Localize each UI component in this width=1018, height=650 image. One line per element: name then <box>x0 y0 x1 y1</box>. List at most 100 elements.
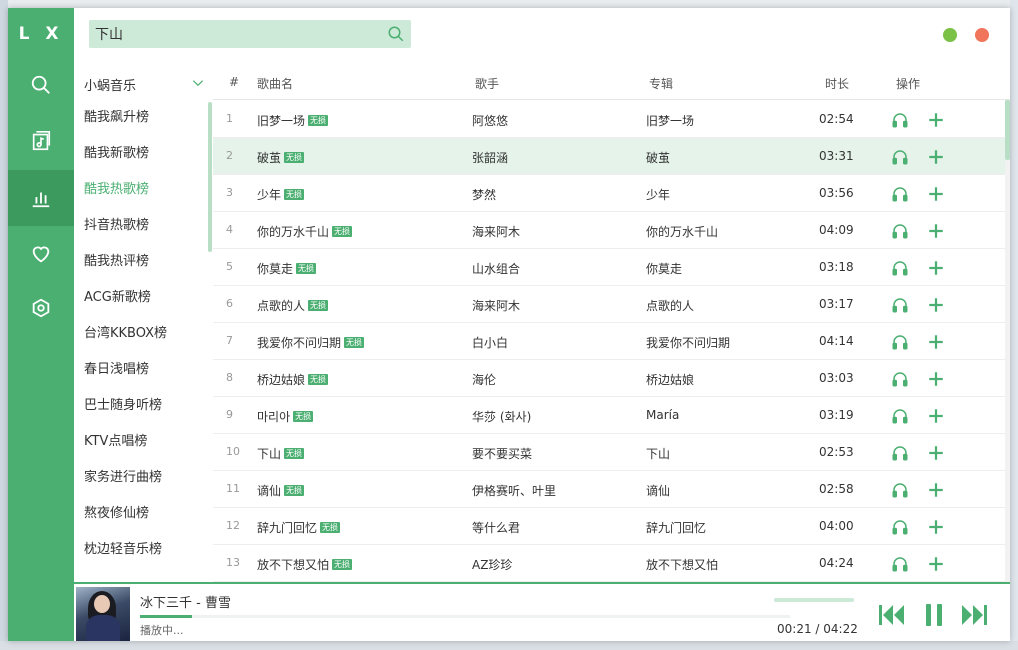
search-icon <box>30 74 52 96</box>
header-song-name: 歌曲名 <box>257 75 293 92</box>
nav-settings[interactable] <box>8 280 74 336</box>
volume-fill <box>774 598 854 602</box>
add-icon[interactable] <box>927 518 945 536</box>
close-button[interactable] <box>975 28 989 42</box>
search-input[interactable] <box>89 20 379 48</box>
player-bar: 冰下三千 - 曹雪 播放中... 00:21 / 04:22 <box>74 582 1010 641</box>
table-scrollbar-thumb[interactable] <box>1005 100 1010 160</box>
headphones-icon[interactable] <box>891 370 909 388</box>
artist-cell: 要不要买菜 <box>472 445 532 462</box>
song-name-cell: 少年无损 <box>257 186 304 203</box>
table-scrollbar[interactable] <box>1005 100 1010 582</box>
duration-cell: 03:56 <box>819 186 854 200</box>
desktop-background-bottom <box>0 641 1018 650</box>
source-select[interactable]: 小蜗音乐 <box>74 68 213 100</box>
song-name: 辞九门回忆 <box>257 521 317 535</box>
song-name-cell: 破茧无损 <box>257 149 304 166</box>
add-icon[interactable] <box>927 333 945 351</box>
pause-icon[interactable] <box>922 602 946 628</box>
album-cover[interactable] <box>76 587 130 641</box>
album-cell: 谪仙 <box>646 482 670 499</box>
add-icon[interactable] <box>927 555 945 573</box>
song-name: 我爱你不问归期 <box>257 336 341 350</box>
headphones-icon[interactable] <box>891 407 909 425</box>
leaderboard-scrollbar[interactable] <box>208 102 212 252</box>
add-icon[interactable] <box>927 148 945 166</box>
cover-art-face <box>94 595 110 613</box>
app-logo: L X <box>8 24 74 44</box>
table-row[interactable]: 2破茧无损张韶涵破茧03:31 <box>213 138 1005 175</box>
table-row[interactable]: 5你莫走无损山水组合你莫走03:18 <box>213 249 1005 286</box>
row-index: 6 <box>226 297 246 310</box>
song-name-cell: 旧梦一场无损 <box>257 112 328 129</box>
volume-slider[interactable] <box>774 598 854 602</box>
table-row[interactable]: 10下山无损要不要买菜下山02:53 <box>213 434 1005 471</box>
progress-bar[interactable] <box>140 615 790 618</box>
leaderboard-item[interactable]: 春日浅唱榜 <box>74 352 213 388</box>
desktop-background-left <box>0 0 8 650</box>
table-row[interactable]: 11谪仙无损伊格赛听、叶里谪仙02:58 <box>213 471 1005 508</box>
add-icon[interactable] <box>927 481 945 499</box>
table-row[interactable]: 7我爱你不问归期无损白小白我爱你不问归期04:14 <box>213 323 1005 360</box>
headphones-icon[interactable] <box>891 148 909 166</box>
headphones-icon[interactable] <box>891 333 909 351</box>
leaderboard-item[interactable]: 家务进行曲榜 <box>74 460 213 496</box>
headphones-icon[interactable] <box>891 259 909 277</box>
headphones-icon[interactable] <box>891 185 909 203</box>
next-icon[interactable] <box>960 602 988 628</box>
leaderboard-item[interactable]: 酷我热评榜 <box>74 244 213 280</box>
table-row[interactable]: 3少年无损梦然少年03:56 <box>213 175 1005 212</box>
leaderboard-item[interactable]: 抖音热歌榜 <box>74 208 213 244</box>
headphones-icon[interactable] <box>891 296 909 314</box>
leaderboard-item[interactable]: 巴士随身听榜 <box>74 388 213 424</box>
add-icon[interactable] <box>927 185 945 203</box>
table-row[interactable]: 13放不下想又怕无损AZ珍珍放不下想又怕04:24 <box>213 545 1005 582</box>
minimize-button[interactable] <box>943 28 957 42</box>
headphones-icon[interactable] <box>891 444 909 462</box>
table-row[interactable]: 6点歌的人无损海来阿木点歌的人03:17 <box>213 286 1005 323</box>
table-row[interactable]: 4你的万水千山无损海来阿木你的万水千山04:09 <box>213 212 1005 249</box>
leaderboard-item[interactable]: ACG新歌榜 <box>74 280 213 316</box>
song-name: 你莫走 <box>257 262 293 276</box>
headphones-icon[interactable] <box>891 481 909 499</box>
table-row[interactable]: 8桥边姑娘无损海伦桥边姑娘03:03 <box>213 360 1005 397</box>
headphones-icon[interactable] <box>891 518 909 536</box>
leaderboard-item-active[interactable]: 酷我热歌榜 <box>74 172 213 208</box>
leaderboard-item[interactable]: 酷我新歌榜 <box>74 136 213 172</box>
song-name: 点歌的人 <box>257 299 305 313</box>
artist-cell: 伊格赛听、叶里 <box>472 482 556 499</box>
add-icon[interactable] <box>927 259 945 277</box>
row-index: 8 <box>226 371 246 384</box>
leaderboard-item[interactable]: 台湾KKBOX榜 <box>74 316 213 352</box>
table-row[interactable]: 1旧梦一场无损阿悠悠旧梦一场02:54 <box>213 101 1005 138</box>
nav-songlist[interactable] <box>8 113 74 169</box>
headphones-icon[interactable] <box>891 222 909 240</box>
add-icon[interactable] <box>927 296 945 314</box>
song-name: 破茧 <box>257 151 281 165</box>
nav-bar: L X <box>8 8 74 641</box>
leaderboard-item[interactable]: 熬夜修仙榜 <box>74 496 213 532</box>
album-cell: 少年 <box>646 186 670 203</box>
nav-search[interactable] <box>8 57 74 113</box>
artist-cell: 等什么君 <box>472 519 520 536</box>
headphones-icon[interactable] <box>891 555 909 573</box>
table-row[interactable]: 12辞九门回忆无损等什么君辞九门回忆04:00 <box>213 508 1005 545</box>
nav-leaderboard[interactable] <box>8 170 74 226</box>
leaderboard-item[interactable]: KTV点唱榜 <box>74 424 213 460</box>
add-icon[interactable] <box>927 444 945 462</box>
row-index: 10 <box>226 445 246 458</box>
nav-favorites[interactable] <box>8 226 74 282</box>
table-row[interactable]: 9마리아无损华莎 (화사)María03:19 <box>213 397 1005 434</box>
leaderboard-item[interactable]: 酷我飙升榜 <box>74 100 213 136</box>
header-album: 专辑 <box>649 75 673 92</box>
add-icon[interactable] <box>927 407 945 425</box>
search-icon[interactable] <box>387 25 405 43</box>
duration-cell: 04:24 <box>819 556 854 570</box>
add-icon[interactable] <box>927 370 945 388</box>
previous-icon[interactable] <box>878 602 906 628</box>
headphones-icon[interactable] <box>891 111 909 129</box>
leaderboard-item[interactable]: 枕边轻音乐榜 <box>74 532 213 568</box>
add-icon[interactable] <box>927 111 945 129</box>
add-icon[interactable] <box>927 222 945 240</box>
duration-cell: 03:18 <box>819 260 854 274</box>
